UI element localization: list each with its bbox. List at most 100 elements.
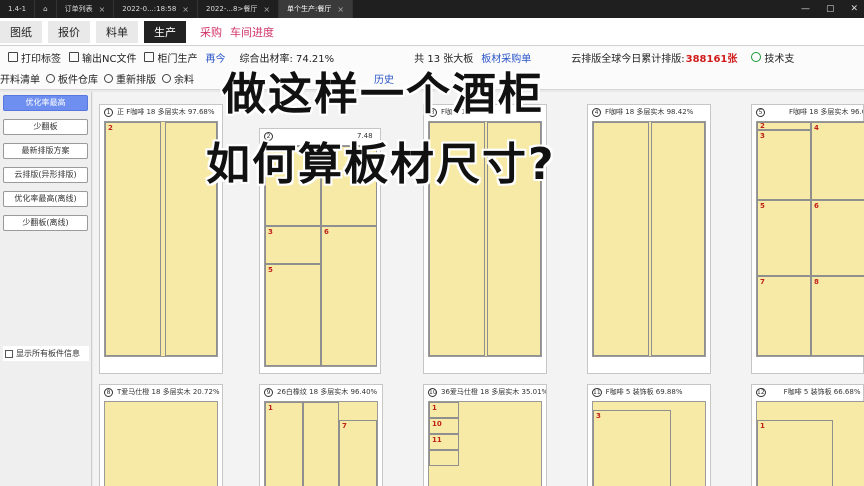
tab-version[interactable]: 1.4-1 — [0, 0, 36, 18]
sheet-10[interactable]: 10 36爱马仕橙 18 多层实木 35.01% 1 10 11 — [423, 384, 547, 486]
layers-icon — [46, 74, 55, 83]
tab-home[interactable]: ⌂ — [35, 0, 57, 18]
sheet-1[interactable]: 1 正 F咖啡 18 多层实木 97.68% 2 — [99, 104, 223, 374]
sheet-title: T爱马仕橙 18 多层实木 20.72% — [117, 388, 220, 396]
board-part[interactable]: 3 — [757, 130, 811, 200]
export-nc-button[interactable]: 输出NC文件 — [69, 50, 136, 65]
tab-order-list[interactable]: 订单列表 × — [57, 0, 115, 18]
close-icon[interactable]: × — [99, 5, 106, 14]
fewer-flips-button[interactable]: 少翻板 — [3, 119, 88, 135]
menu-purchase-link[interactable]: 采购 — [200, 24, 222, 40]
tab-single-production[interactable]: 单个生产:餐厅 × — [279, 0, 354, 18]
close-icon[interactable]: × — [263, 5, 270, 14]
menu-material-list[interactable]: 料单 — [96, 20, 138, 43]
sheet-11[interactable]: 11 F咖啡 5 装饰板 69.88% 3 — [587, 384, 711, 486]
board-part[interactable]: 6 — [321, 226, 377, 366]
board-part[interactable]: 2 — [105, 122, 161, 356]
button-label: 打印标签 — [21, 53, 61, 65]
button-label: 技术支 — [764, 53, 795, 65]
cloud-count-value: 388161张 — [685, 53, 738, 65]
tab-label: 1.4-1 — [8, 5, 27, 13]
sheet-4[interactable]: 4 F咖啡 18 多层实木 98.42% — [587, 104, 711, 374]
board-part[interactable]: 2 — [757, 122, 811, 130]
show-all-parts-checkbox[interactable]: 显示所有板件信息 — [3, 346, 89, 361]
board-part[interactable]: 4 — [811, 122, 864, 200]
board-part[interactable]: 7 — [339, 420, 377, 486]
door-icon — [144, 52, 155, 62]
sheet-number: 1 — [104, 107, 113, 117]
board-part[interactable] — [593, 122, 649, 356]
cloud-layout-button[interactable]: 云排版(异形排版) — [3, 167, 88, 183]
part-number: 11 — [432, 436, 442, 444]
board-warehouse-button[interactable]: 板件仓库 — [46, 71, 98, 86]
board: 2 — [104, 121, 218, 357]
board-part[interactable]: 5 — [757, 200, 811, 276]
tab-label: 2022-...8>餐厅 — [206, 5, 258, 13]
print-label-button[interactable]: 打印标签 — [8, 50, 61, 65]
close-icon[interactable]: × — [182, 5, 189, 14]
part-number: 3 — [760, 132, 765, 140]
fewer-flips-offline-button[interactable]: 少翻板(离线) — [3, 215, 88, 231]
sheet-9[interactable]: 9 26白橡纹 18 多层实木 96.40% 1 7 — [259, 384, 383, 486]
board-part[interactable] — [429, 450, 459, 466]
part-number: 1 — [432, 404, 437, 412]
board-part[interactable]: 1 — [429, 402, 459, 418]
board-part[interactable]: 3 — [593, 410, 671, 486]
board-part[interactable]: 10 — [429, 418, 459, 434]
board-part[interactable]: 3 — [265, 226, 321, 264]
board-part[interactable] — [651, 122, 705, 356]
button-label: 重新排版 — [116, 75, 156, 86]
board-part[interactable]: 8 — [811, 276, 864, 356]
latest-layout-button[interactable]: 最新排版方案 — [3, 143, 88, 159]
close-window-icon[interactable]: ✕ — [850, 4, 858, 14]
board-part[interactable]: 11 — [429, 434, 459, 450]
board — [592, 121, 706, 357]
sheet-12[interactable]: 12 F咖啡 5 装饰板 66.68% 1 — [751, 384, 864, 486]
button-label: 输出NC文件 — [82, 53, 137, 65]
checkbox-label: 显示所有板件信息 — [16, 349, 80, 358]
sheet-header: 5 F咖啡 18 多层实木 96.0 — [752, 105, 863, 119]
checkbox-box[interactable] — [5, 349, 13, 358]
board-part[interactable]: 7 — [757, 276, 811, 356]
tech-support-button[interactable]: 技术支 — [751, 50, 794, 65]
chat-icon — [751, 52, 762, 62]
tab-order-restaurant[interactable]: 2022-...8>餐厅 × — [198, 0, 280, 18]
sheet-header: 8 T爱马仕橙 18 多层实木 20.72% — [100, 385, 222, 399]
relayout-button[interactable]: 重新排版 — [104, 71, 156, 86]
sheet-8[interactable]: 8 T爱马仕橙 18 多层实木 20.72% — [99, 384, 223, 486]
sheet-title: F咖啡 18 多层实木 96.0 — [789, 108, 863, 116]
tab-label: 2022-0...:18:58 — [122, 5, 177, 13]
board-part[interactable]: 1 — [757, 420, 833, 486]
printer-icon — [8, 52, 18, 62]
app-window: 1.4-1 ⌂ 订单列表 × 2022-0...:18:58 × 2022-...8… — [0, 0, 864, 486]
menu-drawings[interactable]: 图纸 — [0, 20, 42, 43]
menu-quote[interactable]: 报价 — [48, 20, 90, 43]
sheet-5[interactable]: 5 F咖啡 18 多层实木 96.0 2 3 4 5 6 7 8 — [751, 104, 864, 374]
best-yield-offline-button[interactable]: 优化率最高(离线) — [3, 191, 88, 207]
export-icon — [69, 52, 79, 62]
sheet-header: 10 36爱马仕橙 18 多层实木 35.01% — [424, 385, 546, 399]
tab-label: 单个生产:餐厅 — [287, 5, 332, 13]
cabinet-door-button[interactable]: 柜门生产 — [144, 50, 197, 65]
sheet-title: 正 F咖啡 18 多层实木 97.68% — [117, 108, 215, 116]
sheet-title: F咖啡 18 多层实木 98.42% — [605, 108, 694, 116]
part-number: 8 — [814, 278, 819, 286]
sheet-title: F咖啡 5 装饰板 66.68% — [783, 388, 861, 396]
sheet-number: 8 — [104, 387, 113, 397]
board-part[interactable]: 1 — [265, 402, 303, 486]
cut-list-button[interactable]: 开料清单 — [0, 71, 40, 86]
menu-workshop-progress-link[interactable]: 车间进度 — [230, 24, 274, 40]
maximize-icon[interactable]: ▢ — [826, 4, 835, 14]
minimize-icon[interactable]: — — [801, 4, 810, 14]
remainder-button[interactable]: 余料 — [162, 71, 194, 86]
board-part[interactable] — [303, 402, 339, 486]
menu-production[interactable]: 生产 — [144, 20, 186, 43]
best-yield-button[interactable]: 优化率最高 — [3, 95, 88, 111]
tab-order-date[interactable]: 2022-0...:18:58 × — [114, 0, 198, 18]
close-icon[interactable]: × — [337, 5, 344, 14]
part-number: 4 — [814, 124, 819, 132]
board-part[interactable]: 5 — [265, 264, 321, 366]
board-part[interactable]: 6 — [811, 200, 864, 276]
cloud-count-label: 云排版全球今日累计排版: — [571, 53, 685, 65]
sheet-number: 9 — [264, 387, 273, 397]
